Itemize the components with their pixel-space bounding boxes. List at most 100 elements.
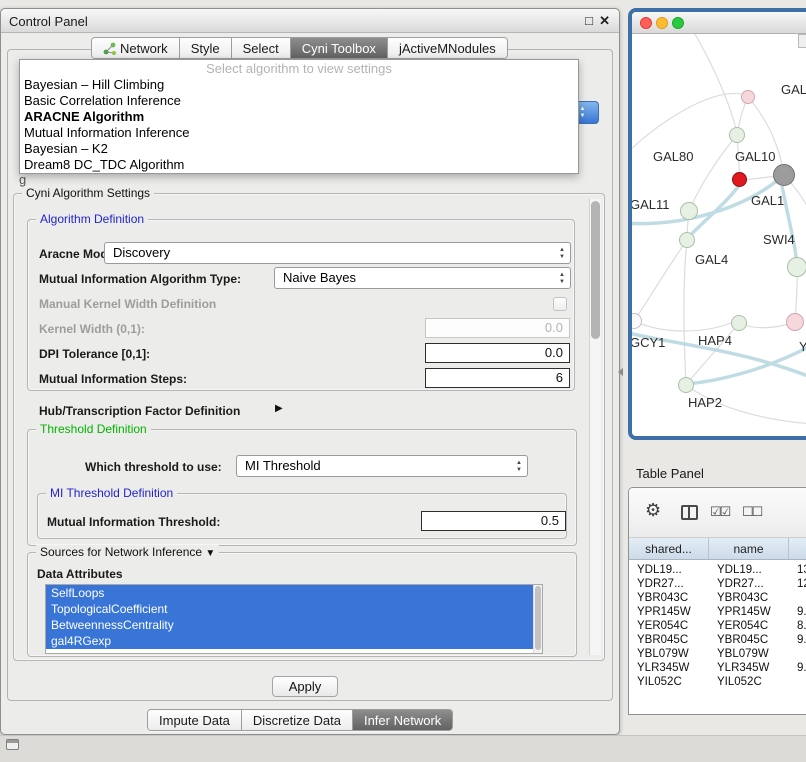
tab-style[interactable]: Style: [180, 38, 232, 58]
attribute-list-scrollbar-thumb[interactable]: [535, 586, 541, 650]
node-label: GAL: [781, 82, 806, 97]
network-node[interactable]: [786, 313, 804, 331]
attribute-topologicalcoefficient[interactable]: TopologicalCoefficient: [46, 601, 533, 617]
control-panel-tab-bar: Network Style Select Cyni Toolbox jActiv…: [91, 37, 508, 59]
attribute-selfloops[interactable]: SelfLoops: [46, 585, 533, 601]
kernel-width-field[interactable]: 0.0: [425, 318, 570, 338]
apply-button[interactable]: Apply: [272, 676, 338, 697]
which-threshold-value: MI Threshold: [245, 458, 321, 473]
tab-jactivemnodules[interactable]: jActiveMNodules: [388, 38, 507, 58]
network-node[interactable]: [680, 202, 698, 220]
node-label: GAL11: [630, 197, 670, 212]
table-row[interactable]: YPR145W YPR145W 9.: [629, 606, 806, 620]
network-node[interactable]: [678, 377, 694, 393]
dropdown-item-dream8[interactable]: Dream8 DC_TDC Algorithm: [20, 157, 578, 173]
node-label: HAP4: [698, 333, 732, 348]
cell-name: YPR145W: [709, 606, 789, 620]
zoom-traffic-light-icon[interactable]: [672, 17, 684, 29]
network-node[interactable]: [628, 313, 642, 329]
manual-kernel-width-checkbox[interactable]: [553, 297, 567, 311]
network-scrollbar-stub[interactable]: [798, 34, 806, 48]
network-node[interactable]: [679, 232, 695, 248]
combo-up-icon: ▲: [580, 106, 586, 113]
dropdown-item-basic-correlation[interactable]: Basic Correlation Inference: [20, 93, 578, 109]
which-threshold-select[interactable]: MI Threshold ▲▼: [236, 455, 528, 477]
algorithm-dropdown-list: Select algorithm to view settings Bayesi…: [19, 59, 579, 174]
attribute-gal4rgexp[interactable]: gal4RGexp: [46, 633, 533, 649]
mi-steps-field[interactable]: 6: [425, 368, 570, 388]
network-canvas[interactable]: GAL GAL80 GAL10 GAL11 GAL1 SWI4 GAL4 GCY…: [632, 34, 806, 436]
close-window-icon[interactable]: ✕: [599, 13, 610, 29]
cell-shared-name: YER054C: [629, 620, 709, 634]
tab-select[interactable]: Select: [232, 38, 291, 58]
dpi-tolerance-field[interactable]: 0.0: [425, 343, 570, 363]
close-traffic-light-icon[interactable]: [640, 17, 652, 29]
settings-scrollbar[interactable]: [589, 199, 601, 655]
cell-shared-name: YDL19...: [629, 564, 709, 578]
splitter-collapse-arrow[interactable]: [618, 368, 623, 376]
column-header-clipped[interactable]: [789, 538, 806, 559]
cell-shared-name: YPR145W: [629, 606, 709, 620]
mi-steps-label: Mutual Information Steps:: [39, 372, 187, 386]
hub-section-label[interactable]: Hub/Transcription Factor Definition: [39, 404, 240, 418]
table-row[interactable]: YDR27... YDR27... 12: [629, 578, 806, 592]
network-node[interactable]: [787, 257, 806, 277]
attribute-betweennesscentrality[interactable]: BetweennessCentrality: [46, 617, 533, 633]
float-window-icon[interactable]: □: [585, 13, 593, 29]
cell-shared-name: YDR27...: [629, 578, 709, 592]
network-node[interactable]: [741, 90, 755, 104]
dropdown-item-bayesian-k2[interactable]: Bayesian – K2: [20, 141, 578, 157]
collapsed-arrow-icon[interactable]: ▶: [275, 403, 283, 414]
dpi-tolerance-label: DPI Tolerance [0,1]:: [39, 347, 150, 361]
network-node[interactable]: [732, 172, 747, 187]
table-row[interactable]: YDL19... YDL19... 13: [629, 564, 806, 578]
table-row[interactable]: YLR345W YLR345W 9.: [629, 662, 806, 676]
settings-scrollbar-thumb[interactable]: [591, 201, 600, 339]
control-panel-titlebar[interactable]: Control Panel □ ✕: [1, 9, 619, 33]
tab-network[interactable]: Network: [92, 38, 180, 58]
table-row[interactable]: YER054C YER054C 8.: [629, 620, 806, 634]
mi-algorithm-type-select[interactable]: Naive Bayes ▲▼: [274, 267, 571, 289]
tab-impute-data[interactable]: Impute Data: [148, 710, 242, 730]
deselect-all-icon[interactable]: ☐☐: [742, 504, 761, 520]
combo-arrows-icon: ▲▼: [559, 247, 565, 261]
tab-infer-network[interactable]: Infer Network: [353, 710, 452, 730]
tab-cyni-toolbox[interactable]: Cyni Toolbox: [291, 38, 388, 58]
column-header-shared-name[interactable]: shared...: [629, 538, 709, 559]
aracne-mode-select[interactable]: Discovery ▲▼: [104, 242, 571, 264]
node-label: GCY1: [630, 335, 665, 350]
network-window-titlebar[interactable]: [632, 12, 806, 34]
tab-discretize-data[interactable]: Discretize Data: [242, 710, 353, 730]
table-row[interactable]: YBR043C YBR043C: [629, 592, 806, 606]
docked-panel-icon[interactable]: [6, 739, 19, 750]
cell-shared-name: YLR345W: [629, 662, 709, 676]
gear-icon[interactable]: ⚙: [645, 500, 661, 521]
dropdown-item-mutual-information[interactable]: Mutual Information Inference: [20, 125, 578, 141]
aracne-mode-value: Discovery: [113, 245, 170, 260]
combo-arrows-icon: ▲▼: [559, 272, 565, 286]
minimize-traffic-light-icon[interactable]: [656, 17, 668, 29]
threshold-definition-title: Threshold Definition: [36, 422, 151, 436]
dropdown-item-bayesian-hill-climbing[interactable]: Bayesian – Hill Climbing: [20, 77, 578, 93]
network-node[interactable]: [773, 164, 795, 186]
mi-threshold-field[interactable]: 0.5: [421, 511, 566, 531]
network-node[interactable]: [729, 127, 745, 143]
select-all-icon[interactable]: ☑☑: [710, 504, 729, 520]
table-row[interactable]: YBR045C YBR045C 9.: [629, 634, 806, 648]
sources-group-title[interactable]: Sources for Network Inference ▼: [36, 545, 219, 559]
attribute-list-scrollbar[interactable]: [533, 585, 542, 653]
table-row[interactable]: YBL079W YBL079W: [629, 648, 806, 662]
column-header-name[interactable]: name: [709, 538, 789, 559]
combo-down-icon: ▼: [580, 113, 586, 120]
table-row[interactable]: YIL052C YIL052C: [629, 676, 806, 690]
dropdown-item-aracne[interactable]: ARACNE Algorithm: [20, 109, 578, 125]
columns-icon[interactable]: [681, 505, 698, 520]
network-node[interactable]: [731, 315, 747, 331]
cell-value: 13: [789, 564, 806, 578]
cell-name: YBR043C: [709, 592, 789, 606]
data-attributes-list[interactable]: SelfLoops TopologicalCoefficient Between…: [45, 584, 543, 654]
combo-arrows-icon: ▲▼: [516, 460, 522, 474]
table-header-row: shared... name: [629, 538, 806, 560]
cell-shared-name: YBL079W: [629, 648, 709, 662]
cell-value: 8.: [789, 620, 806, 634]
